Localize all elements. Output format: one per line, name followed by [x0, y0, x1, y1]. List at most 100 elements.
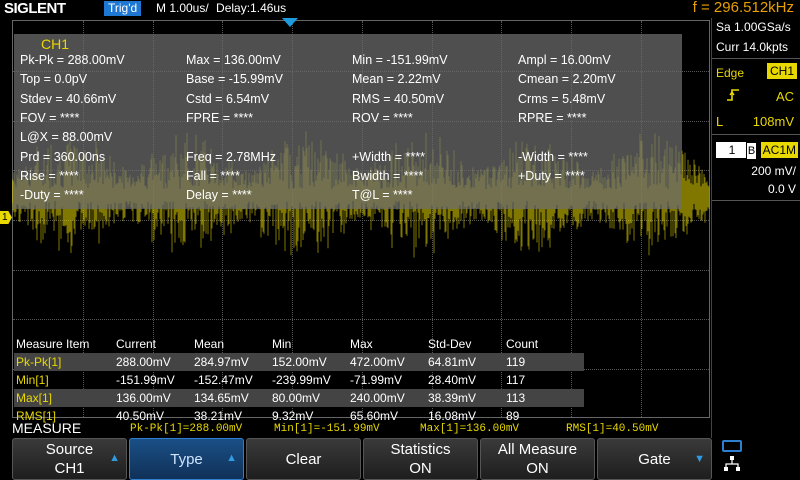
table-cell: 472.00mV	[350, 355, 405, 369]
network-icon	[724, 456, 740, 471]
measurement-value: Crms = 5.48mV	[518, 92, 606, 106]
measurement-value: Max = 136.00mV	[186, 53, 281, 67]
measurement-value: Rise = ****	[20, 169, 79, 183]
sample-rate: Sa 1.00GSa/s	[716, 20, 791, 34]
measurement-value: Top = 0.0pV	[20, 72, 88, 86]
measurement-value: L@X = 88.00mV	[20, 130, 113, 144]
measurement-value: Stdev = 40.66mV	[20, 92, 117, 106]
measurement-value: ROV = ****	[352, 111, 413, 125]
column-header: Mean	[194, 337, 225, 351]
column-header: Current	[116, 337, 157, 351]
trigger-level-value: 108mV	[752, 114, 794, 129]
volts-per-div: 200 mV/	[751, 164, 796, 178]
table-cell: 134.65mV	[194, 391, 249, 405]
softkey-value: ON	[409, 460, 432, 477]
table-cell: 240.00mV	[350, 391, 405, 405]
table-cell: -71.99mV	[350, 373, 403, 387]
quick-measure-value: Min[1]=-151.99mV	[274, 423, 380, 435]
measurement-value: -Duty = ****	[20, 188, 84, 202]
trigger-coupling: AC	[775, 89, 794, 104]
measurement-value: Base = -15.99mV	[186, 72, 283, 86]
usb-icon	[722, 440, 742, 452]
measurement-value: Delay = ****	[186, 188, 252, 202]
measurement-value: FPRE = ****	[186, 111, 254, 125]
top-status-bar: SIGLENT Trig'd M 1.00us/ Delay:1.46us f …	[0, 0, 800, 18]
measurement-value: -Width = ****	[518, 150, 588, 164]
table-cell: 80.00mV	[272, 391, 321, 405]
channel1-marker-label: 1	[2, 212, 8, 223]
channel-offset: 0.0 V	[767, 182, 796, 196]
measure-status-line: MEASURE Pk-Pk[1]=288.00mV Min[1]=-151.99…	[0, 420, 710, 438]
statistics-softkey[interactable]: Statistics ON	[363, 438, 478, 480]
column-header: Std-Dev	[428, 337, 472, 351]
table-cell: Pk-Pk[1]	[16, 355, 62, 369]
quick-measure-value: Pk-Pk[1]=288.00mV	[130, 423, 243, 435]
source-softkey[interactable]: Source CH1 ▲	[12, 438, 127, 480]
softkey-label: All Measure	[497, 441, 578, 458]
statistics-table: Measure Item Current Mean Min Max Std-De…	[14, 335, 584, 425]
gate-softkey[interactable]: Gate ▼	[597, 438, 712, 480]
measurement-value: Bwidth = ****	[352, 169, 424, 183]
column-header: Min	[272, 337, 292, 351]
column-header: Measure Item	[16, 337, 90, 351]
grid-line	[13, 319, 709, 320]
table-cell: 64.81mV	[428, 355, 477, 369]
measurement-value: Fall = ****	[186, 169, 240, 183]
table-row: Min[1] -151.99mV -152.47mV -239.99mV -71…	[14, 371, 584, 389]
table-cell: 113	[506, 391, 526, 405]
menu-title: MEASURE	[12, 420, 82, 436]
table-cell: Min[1]	[16, 373, 49, 387]
measurement-value: Ampl = 16.00mV	[518, 53, 611, 67]
measurement-value: Mean = 2.22mV	[352, 72, 441, 86]
delay-value: Delay:1.46us	[216, 1, 287, 15]
statistics-header-row: Measure Item Current Mean Min Max Std-De…	[14, 335, 584, 353]
table-cell: 38.39mV	[428, 391, 477, 405]
softkey-value: ON	[526, 460, 549, 477]
timebase-readout[interactable]: M 1.00us/ Delay:1.46us	[156, 1, 286, 15]
clear-softkey[interactable]: Clear	[246, 438, 361, 480]
timebase-value: M 1.00us/	[156, 1, 209, 15]
measurement-value: Cstd = 6.54mV	[186, 92, 270, 106]
trigger-status-badge: Trig'd	[104, 1, 142, 16]
trigger-level-label: L	[716, 114, 724, 129]
arrow-up-icon: ▲	[226, 452, 237, 464]
right-info-panel: Sa 1.00GSa/s Curr 14.0kpts Edge CH1 AC L…	[711, 18, 800, 438]
measurement-value: FOV = ****	[20, 111, 80, 125]
softkey-label: Clear	[285, 450, 322, 468]
softkey-label: Statistics	[390, 441, 451, 458]
column-header: Count	[506, 337, 539, 351]
channel1-ground-marker[interactable]: 1	[0, 211, 12, 224]
table-cell: 117	[506, 373, 526, 387]
brand-logo: SIGLENT	[4, 0, 66, 17]
bandwidth-limit-badge: B	[746, 142, 757, 160]
divider	[712, 200, 800, 201]
measurement-overlay: CH1 Pk-Pk = 288.00mV Max = 136.00mV Min …	[14, 34, 682, 209]
table-cell: -239.99mV	[272, 373, 331, 387]
table-cell: 28.40mV	[428, 373, 477, 387]
grid-line	[13, 270, 709, 271]
table-cell: -151.99mV	[116, 373, 175, 387]
arrow-down-icon: ▼	[694, 453, 705, 465]
measurement-value: Min = -151.99mV	[352, 53, 448, 67]
measurement-value: RMS = 40.50mV	[352, 92, 445, 106]
measurement-value: Cmean = 2.20mV	[518, 72, 616, 86]
memory-depth: Curr 14.0kpts	[716, 40, 789, 54]
measurement-value: Freq = 2.78MHz	[186, 150, 276, 164]
all-measure-softkey[interactable]: All Measure ON	[480, 438, 595, 480]
measurement-value: Prd = 360.00ns	[20, 150, 106, 164]
table-row: Pk-Pk[1] 288.00mV 284.97mV 152.00mV 472.…	[14, 353, 584, 371]
arrow-up-icon: ▲	[109, 452, 120, 464]
table-cell: -152.47mV	[194, 373, 253, 387]
table-row: Max[1] 136.00mV 134.65mV 80.00mV 240.00m…	[14, 389, 584, 407]
measurement-value: +Width = ****	[352, 150, 425, 164]
table-cell: 119	[506, 355, 526, 369]
measurement-value: +Duty = ****	[518, 169, 585, 183]
rising-edge-icon	[726, 88, 740, 105]
trigger-position-marker[interactable]	[282, 18, 298, 27]
frequency-counter: f = 296.512kHz	[692, 0, 794, 16]
measurement-channel-title: CH1	[41, 36, 70, 52]
type-softkey[interactable]: Type ▲	[129, 438, 244, 480]
measurement-value: T@L = ****	[352, 188, 413, 202]
table-cell: 136.00mV	[116, 391, 171, 405]
quick-measure-value: RMS[1]=40.50mV	[566, 423, 659, 435]
